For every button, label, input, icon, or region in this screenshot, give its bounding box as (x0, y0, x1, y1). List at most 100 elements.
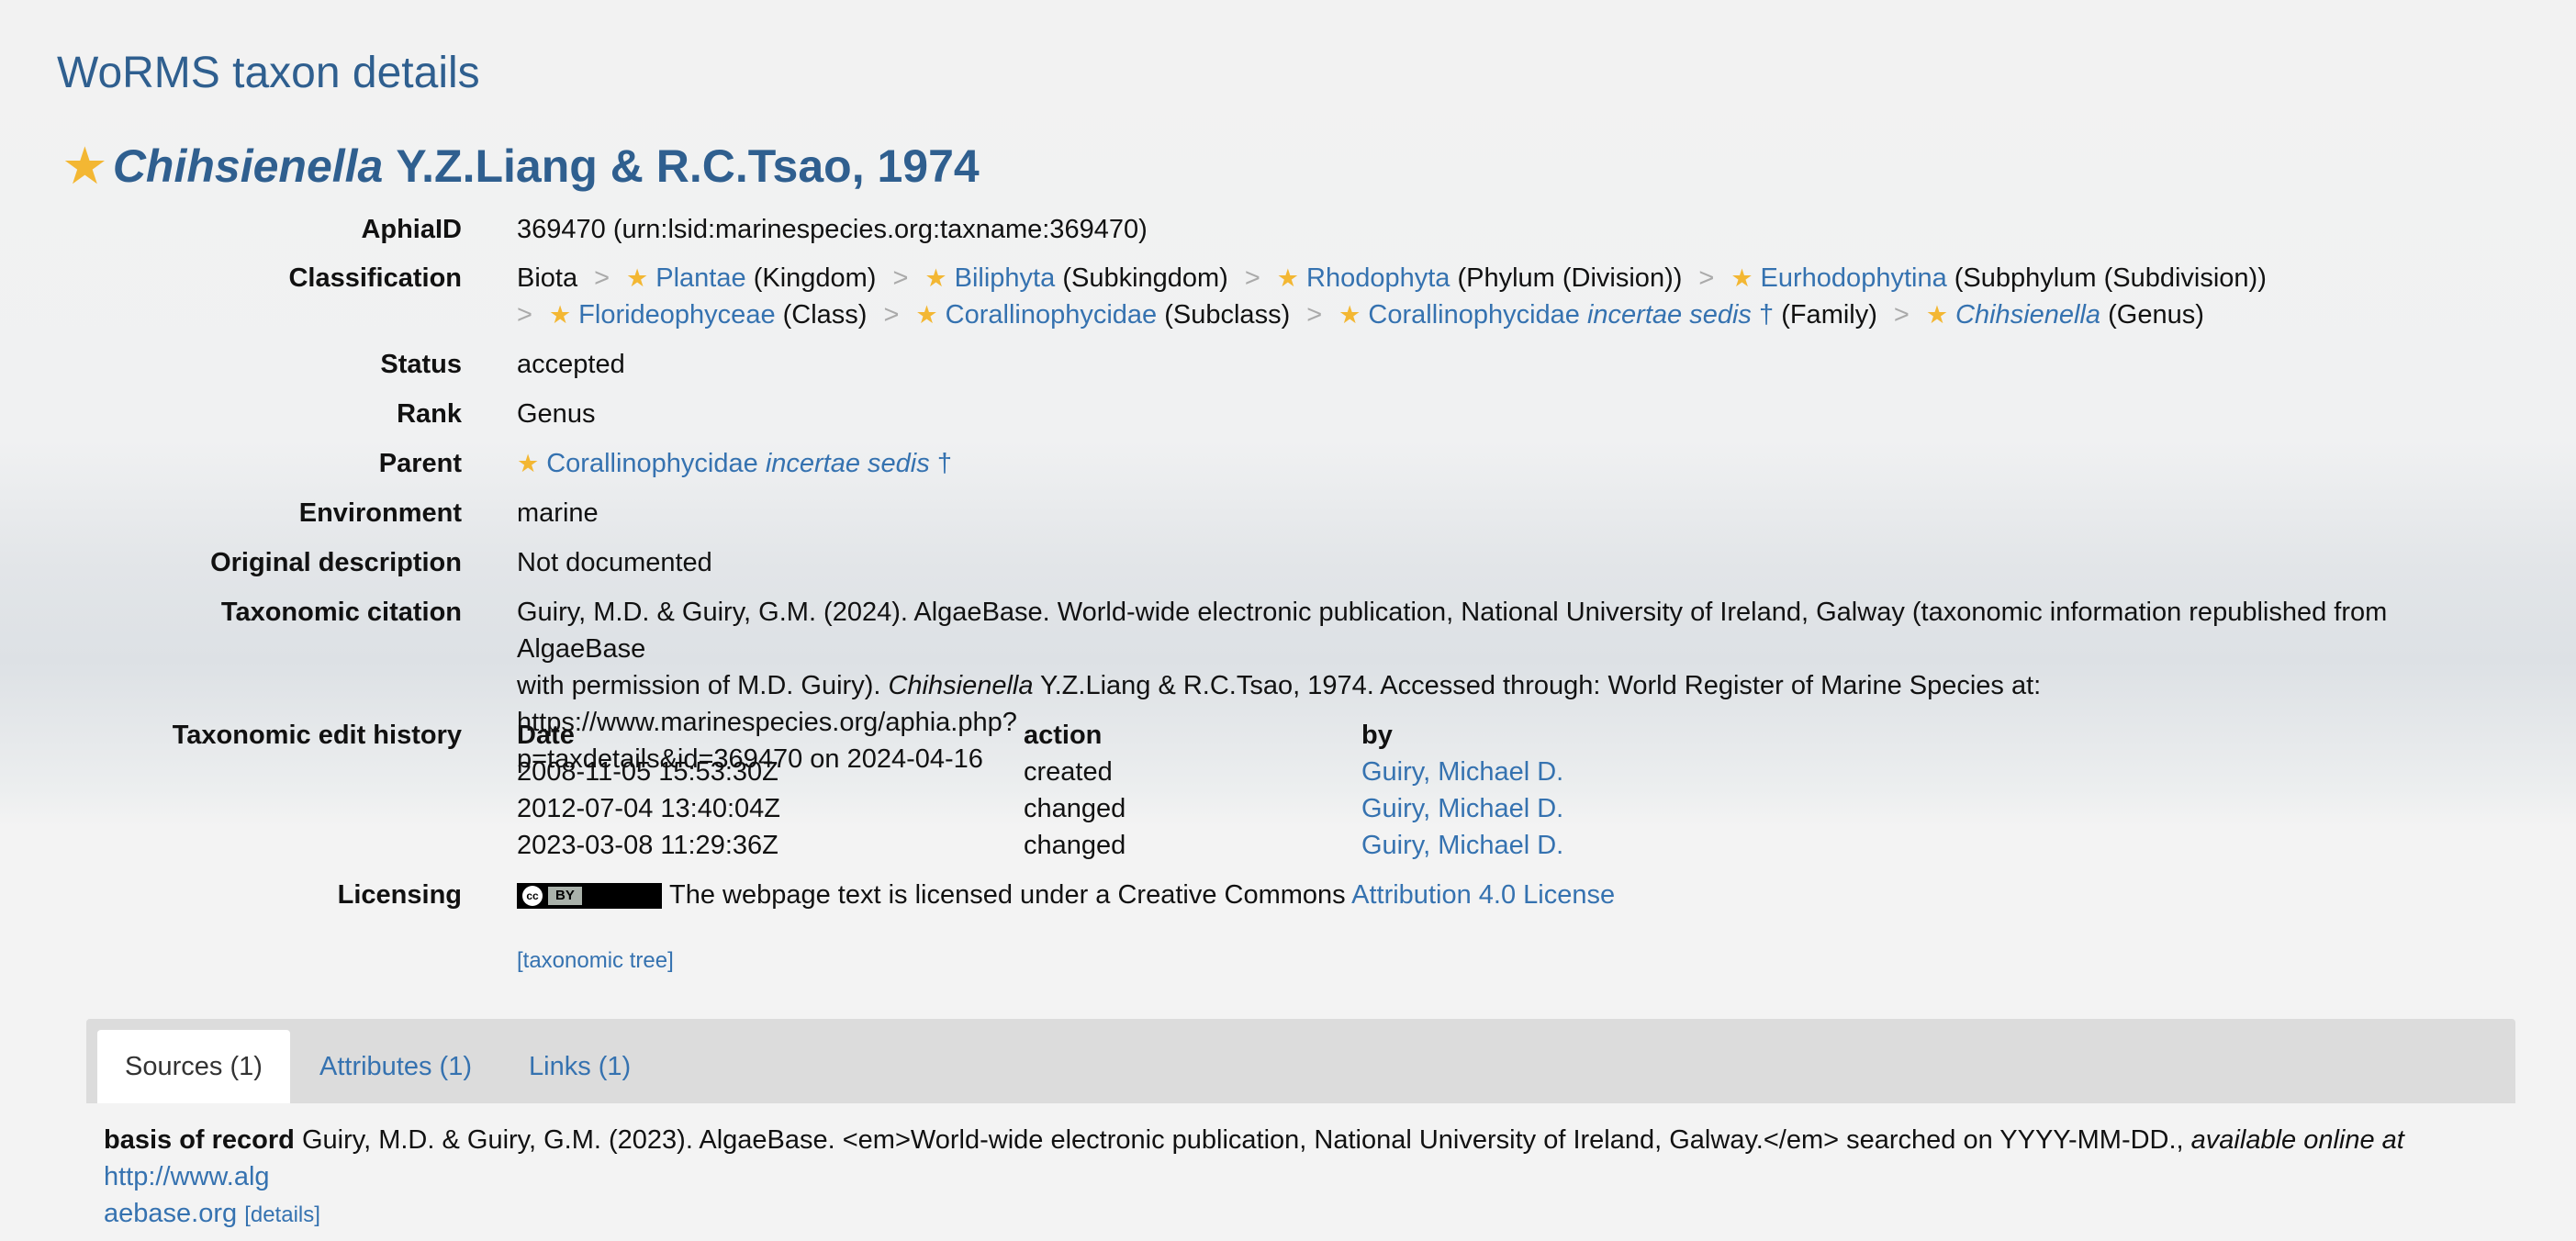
licensing-text: The webpage text is licensed under a Cre… (669, 880, 1352, 910)
family-name: Corallinophycidae (1368, 300, 1580, 330)
star-icon: ★ (1338, 301, 1361, 329)
star-icon: ★ (1925, 301, 1949, 329)
aphia-value: 369470 (urn:lsid:marinespecies.org:taxna… (517, 215, 1148, 244)
history-action: changed (1024, 831, 1126, 860)
separator: > (1893, 300, 1910, 330)
table-row: 2012-07-04 13:40:04Z changed Guiry, Mich… (517, 790, 2484, 827)
history-header-action: action (1024, 721, 1103, 750)
rank-label: (Subkingdom) (1062, 263, 1228, 293)
citation-genus: Chihsienella (888, 671, 1034, 700)
history-header: Date action by (517, 717, 2484, 754)
classification-value: Biota > ★ Plantae (Kingdom) > ★ Biliphyta (Sub… (517, 260, 2484, 333)
tab-links[interactable]: Links (1) (501, 1030, 658, 1103)
taxon-heading: ★ Chihsienella Y.Z.Liang & R.C.Tsao, 197… (64, 140, 980, 193)
rank-label: (Genus) (2108, 300, 2204, 330)
star-icon: ★ (924, 264, 947, 292)
taxon-genus: Chihsienella (112, 140, 384, 192)
genus-name: Chihsienella (1955, 300, 2101, 330)
parent-link[interactable]: Corallinophycidae incertae sedis † (546, 449, 952, 478)
parent-value: ★ Corallinophycidae incertae sedis † (517, 445, 2484, 482)
classification-link-biliphyta[interactable]: Biliphyta (955, 263, 1056, 293)
classification-link-florideophyceae[interactable]: Florideophyceae (578, 300, 775, 330)
classification-link-chihsienella[interactable]: Chihsienella (1955, 300, 2100, 330)
history-action: created (1024, 757, 1113, 787)
classification-link-eurhodophytina[interactable]: Eurhodophytina (1761, 263, 1947, 293)
rank-label: (Class) (782, 300, 868, 330)
source-url-link[interactable]: http://www.alg (104, 1162, 270, 1191)
parent-label: Parent (378, 449, 462, 478)
original-description-label: Original description (210, 548, 462, 577)
separator: > (1306, 300, 1323, 330)
source-details-link[interactable]: [details] (244, 1202, 320, 1227)
rank-label: (Kingdom) (753, 263, 877, 293)
history-editor-link[interactable]: Guiry, Michael D. (1361, 754, 1563, 790)
classification-link-family[interactable]: Corallinophycidae incertae sedis † (1368, 300, 1774, 330)
environment-label: Environment (298, 498, 462, 528)
family-qualifier: incertae sedis (1586, 300, 1752, 330)
rank-label: Rank (397, 399, 462, 429)
classification-root: Biota (517, 263, 578, 293)
separator: > (517, 300, 532, 330)
source-text: Guiry, M.D. & Guiry, G.M. (2023). AlgaeB… (294, 1125, 2191, 1155)
license-link[interactable]: Attribution 4.0 License (1351, 880, 1615, 910)
separator: > (883, 300, 900, 330)
original-description-value: Not documented (517, 548, 712, 577)
classification-label: Classification (288, 263, 462, 293)
status-label: Status (380, 350, 462, 379)
history-table: Date action by 2008-11-05 15:53:30Z crea… (517, 717, 2484, 864)
rank-label: (Subphylum (Subdivision)) (1954, 263, 2267, 293)
history-header-date: Date (517, 721, 575, 750)
history-label: Taxonomic edit history (172, 721, 462, 750)
separator: > (1698, 263, 1715, 293)
rank-label: (Family) (1781, 300, 1877, 330)
classification-link-rhodophyta[interactable]: Rhodophyta (1306, 263, 1450, 293)
table-row: 2008-11-05 15:53:30Z created Guiry, Mich… (517, 754, 2484, 790)
source-available: available online at (2190, 1125, 2404, 1155)
separator: > (594, 263, 610, 293)
dagger-icon: † (936, 449, 952, 478)
sources-panel: basis of record Guiry, M.D. & Guiry, G.M… (104, 1122, 2509, 1234)
tab-attributes[interactable]: Attributes (1) (292, 1030, 499, 1103)
parent-name: Corallinophycidae (546, 449, 758, 478)
classification-link-plantae[interactable]: Plantae (655, 263, 745, 293)
star-icon: ★ (64, 140, 106, 192)
licensing-value: cc BY The webpage text is licensed under a… (517, 877, 2484, 913)
parent-qualifier: incertae sedis (765, 449, 930, 478)
star-icon: ★ (1276, 264, 1299, 292)
cc-by-badge[interactable]: cc BY (517, 883, 662, 910)
citation-line-1: Guiry, M.D. & Guiry, G.M. (2024). AlgaeB… (517, 598, 2388, 664)
dagger-icon: † (1758, 300, 1775, 330)
status-value: accepted (517, 350, 625, 379)
citation-text: with permission of M.D. Guiry). (517, 671, 889, 700)
history-header-by: by (1361, 721, 1393, 750)
cc-logo-icon: cc (522, 886, 543, 907)
source-entry: basis of record Guiry, M.D. & Guiry, G.M… (104, 1122, 2509, 1195)
classification-link-corallinophycidae[interactable]: Corallinophycidae (946, 300, 1158, 330)
source-type: basis of record (104, 1125, 295, 1155)
environment-value: marine (517, 498, 599, 528)
history-date: 2008-11-05 15:53:30Z (517, 757, 778, 787)
by-label: BY (548, 887, 582, 906)
rank-label: (Subclass) (1164, 300, 1291, 330)
aphia-label: AphiaID (361, 215, 462, 244)
history-editor-link[interactable]: Guiry, Michael D. (1361, 827, 1563, 864)
separator: > (892, 263, 909, 293)
history-editor-link[interactable]: Guiry, Michael D. (1361, 790, 1563, 827)
tab-sources[interactable]: Sources (1) (97, 1030, 290, 1103)
history-date: 2023-03-08 11:29:36Z (517, 831, 778, 860)
history-action: changed (1024, 794, 1126, 823)
rank-label: (Phylum (Division)) (1457, 263, 1683, 293)
star-icon: ★ (1730, 264, 1753, 292)
citation-label: Taxonomic citation (220, 598, 462, 627)
taxonomic-tree-link[interactable]: [taxonomic tree] (517, 948, 674, 974)
star-icon: ★ (626, 264, 649, 292)
classification-line-2: > ★ Florideophyceae (Class) > ★ Corallinophyc… (517, 296, 2484, 333)
licensing-label: Licensing (337, 880, 462, 910)
table-row: 2023-03-08 11:29:36Z changed Guiry, Mich… (517, 827, 2484, 864)
star-icon: ★ (548, 301, 572, 329)
rank-value: Genus (517, 399, 596, 429)
source-url-link-cont[interactable]: aebase.org (104, 1199, 237, 1228)
star-icon: ★ (517, 450, 540, 477)
star-icon: ★ (915, 301, 938, 329)
separator: > (1244, 263, 1260, 293)
